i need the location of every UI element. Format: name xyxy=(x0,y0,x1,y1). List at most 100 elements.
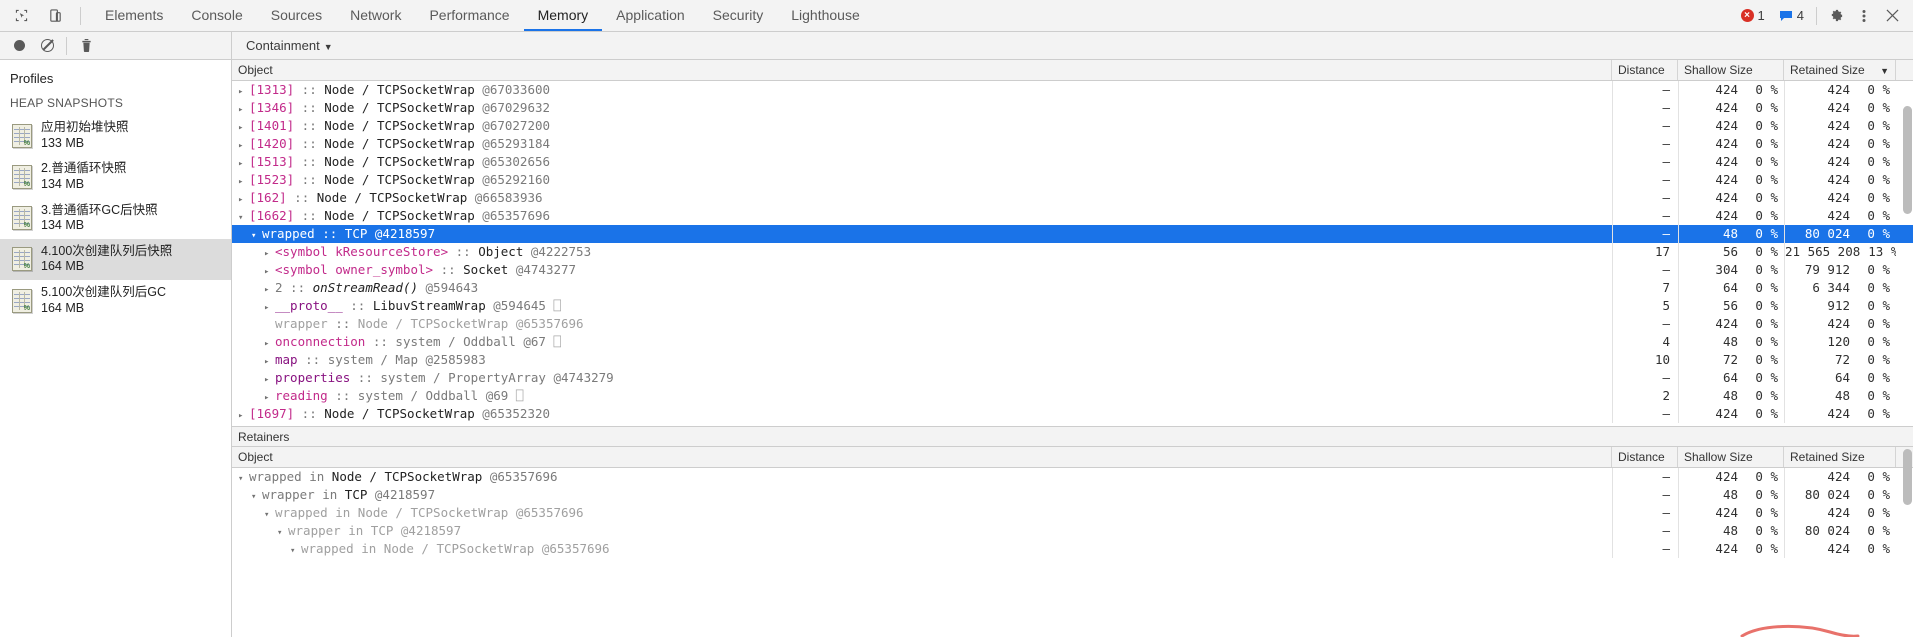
trash-icon[interactable] xyxy=(73,33,99,59)
tree-toggle-icon[interactable]: ▾ xyxy=(251,227,262,243)
tree-toggle-icon[interactable]: ▾ xyxy=(290,542,301,558)
tab-label: Memory xyxy=(537,6,589,23)
retainers-scrollbar[interactable] xyxy=(1903,449,1912,505)
table-row[interactable]: ▸ [1523] :: Node / TCPSocketWrap @6529216… xyxy=(232,171,1913,189)
devtools-window: Elements Console Sources Network Perform… xyxy=(0,0,1913,637)
tree-toggle-icon[interactable]: ▸ xyxy=(264,245,275,261)
retainers-column-header-distance[interactable]: Distance xyxy=(1612,447,1678,467)
snapshot-item-3[interactable]: % 3.普通循环GC后快照 134 MB xyxy=(0,198,231,239)
containment-scrollbar[interactable] xyxy=(1903,106,1912,214)
clear-no-entry-icon[interactable] xyxy=(34,33,60,59)
tree-toggle-icon[interactable]: ▸ xyxy=(238,101,249,117)
table-row[interactable]: ▸ __proto__ :: LibuvStreamWrap @594645 ⎕ 5… xyxy=(232,297,1913,315)
tree-toggle-icon[interactable]: ▾ xyxy=(264,506,275,522)
table-row[interactable]: ▸ [1513] :: Node / TCPSocketWrap @6530265… xyxy=(232,153,1913,171)
device-toolbar-icon[interactable] xyxy=(42,3,68,29)
table-row[interactable]: ▸ map :: system / Map @2585983 10 72 0 % 72 0 … xyxy=(232,351,1913,369)
row-class-name: Node / TCPSocketWrap xyxy=(324,136,475,151)
table-row[interactable]: ▸ [162] :: Node / TCPSocketWrap @66583936… xyxy=(232,189,1913,207)
row-object-cell: ▾ wrapper in TCP @4218597 xyxy=(232,486,1612,504)
snapshot-item-2[interactable]: % 2.普通循环快照 134 MB xyxy=(0,156,231,197)
row-retained-size: 424 0 % xyxy=(1784,99,1896,117)
table-row[interactable]: ▸ [1313] :: Node / TCPSocketWrap @6703360… xyxy=(232,81,1913,99)
snapshot-item-4[interactable]: % 4.100次创建队列后快照 164 MB xyxy=(0,238,231,280)
table-row[interactable]: ▸ [1697] :: Node / TCPSocketWrap @6535232… xyxy=(232,405,1913,423)
tree-toggle-icon[interactable]: ▸ xyxy=(238,407,249,423)
snapshot-item-5[interactable]: % 5.100次创建队列后GC 164 MB xyxy=(0,280,231,321)
tab-lighthouse[interactable]: Lighthouse xyxy=(777,0,874,31)
table-row[interactable]: ▾ wrapper in TCP @4218597–48 0 % 80 024 0 % xyxy=(232,486,1913,504)
tab-security[interactable]: Security xyxy=(699,0,778,31)
table-row[interactable]: ▾ wrapped in Node / TCPSocketWrap @653576… xyxy=(232,504,1913,522)
table-row[interactable]: ▾ [1662] :: Node / TCPSocketWrap @6535769… xyxy=(232,207,1913,225)
table-row[interactable]: ▸ <symbol kResourceStore> :: Object @4222… xyxy=(232,243,1913,261)
tab-memory[interactable]: Memory xyxy=(523,0,603,31)
row-shallow-size: 56 0 % xyxy=(1678,297,1784,315)
row-object-cell: ▸ [1523] :: Node / TCPSocketWrap @6529216… xyxy=(232,171,1612,189)
table-row[interactable]: ▸ 2 :: onStreamRead() @594643 7 64 0 % 6 344 0… xyxy=(232,279,1913,297)
row-retained-size-percent: 0 % xyxy=(1867,487,1890,502)
table-row[interactable]: ▸ <symbol owner_symbol> :: Socket @474327… xyxy=(232,261,1913,279)
table-row[interactable]: ▾ wrapped in Node / TCPSocketWrap @653576… xyxy=(232,468,1913,486)
row-distance: – xyxy=(1612,81,1678,99)
tab-application[interactable]: Application xyxy=(602,0,699,31)
table-row[interactable]: ▸ reading :: system / Oddball @69 ⎕ 2 48 0 %… xyxy=(232,387,1913,405)
row-spacer xyxy=(1896,351,1913,369)
tab-elements[interactable]: Elements xyxy=(91,0,177,31)
gear-icon[interactable] xyxy=(1823,3,1849,29)
tree-toggle-icon[interactable]: ▸ xyxy=(238,119,249,135)
column-header-object[interactable]: Object xyxy=(232,60,1612,80)
tree-toggle-icon[interactable]: ▸ xyxy=(264,299,275,315)
tree-toggle-icon[interactable]: ▸ xyxy=(238,83,249,99)
tree-toggle-icon[interactable]: ▸ xyxy=(264,389,275,405)
row-shallow-size-percent: 0 % xyxy=(1755,505,1778,520)
tab-sources[interactable]: Sources xyxy=(257,0,336,31)
column-header-distance[interactable]: Distance xyxy=(1612,60,1678,80)
table-row[interactable]: ▸ [1346] :: Node / TCPSocketWrap @6702963… xyxy=(232,99,1913,117)
message-counter[interactable]: 4 xyxy=(1773,6,1810,25)
row-shallow-size: 48 0 % xyxy=(1678,225,1784,243)
more-vertical-icon[interactable] xyxy=(1851,3,1877,29)
table-row[interactable]: wrapper :: Node / TCPSocketWrap @6535769… xyxy=(232,315,1913,333)
row-retained-size: 72 0 % xyxy=(1784,351,1896,369)
tab-network[interactable]: Network xyxy=(336,0,415,31)
tab-performance[interactable]: Performance xyxy=(415,0,523,31)
tree-toggle-icon[interactable]: ▾ xyxy=(277,524,288,540)
table-row[interactable]: ▸ [1401] :: Node / TCPSocketWrap @6702720… xyxy=(232,117,1913,135)
tree-toggle-icon[interactable]: ▾ xyxy=(238,470,249,486)
table-row[interactable]: ▸ [1420] :: Node / TCPSocketWrap @6529318… xyxy=(232,135,1913,153)
table-row[interactable]: ▸ properties :: system / PropertyArray @4… xyxy=(232,369,1913,387)
inspect-element-icon[interactable] xyxy=(8,3,34,29)
retainers-column-header-retained-size[interactable]: Retained Size xyxy=(1784,447,1896,467)
close-icon[interactable] xyxy=(1879,3,1905,29)
tree-toggle-icon[interactable]: ▸ xyxy=(238,137,249,153)
row-shallow-size-value: 424 xyxy=(1715,541,1738,556)
error-counter[interactable]: × 1 xyxy=(1735,6,1771,25)
row-retained-size-value: 79 912 xyxy=(1804,262,1850,277)
table-row[interactable]: ▾ wrapped :: TCP @4218597–48 0 % 80 024 0 % xyxy=(232,225,1913,243)
tree-toggle-icon[interactable]: ▸ xyxy=(264,353,275,369)
retainers-column-header-object[interactable]: Object xyxy=(232,447,1612,467)
view-select[interactable]: Containment ▼ xyxy=(246,38,333,53)
tree-toggle-icon[interactable]: ▸ xyxy=(264,335,275,351)
tree-toggle-icon[interactable]: ▸ xyxy=(264,371,275,387)
row-retainer-name: wrapped xyxy=(301,541,354,556)
record-circle-icon[interactable] xyxy=(6,33,32,59)
column-header-shallow-size[interactable]: Shallow Size xyxy=(1678,60,1784,80)
tree-toggle-icon[interactable]: ▸ xyxy=(238,191,249,207)
tree-toggle-icon[interactable]: ▸ xyxy=(264,263,275,279)
tab-console[interactable]: Console xyxy=(177,0,256,31)
tree-toggle-icon[interactable]: ▾ xyxy=(238,209,249,225)
tree-toggle-icon[interactable]: ▸ xyxy=(238,173,249,189)
tree-toggle-icon[interactable]: ▾ xyxy=(251,488,262,504)
snapshot-item-1[interactable]: % 应用初始堆快照 133 MB xyxy=(0,115,231,156)
row-shallow-size-value: 424 xyxy=(1715,316,1738,331)
table-row[interactable]: ▸ onconnection :: system / Oddball @67 ⎕ 4… xyxy=(232,333,1913,351)
tree-toggle-icon[interactable]: ▸ xyxy=(238,155,249,171)
column-header-retained-size[interactable]: Retained Size ▼ xyxy=(1784,60,1896,80)
table-row[interactable]: ▾ wrapper in TCP @4218597–48 0 % 80 024 0 % xyxy=(232,522,1913,540)
row-shallow-size: 424 0 % xyxy=(1678,99,1784,117)
table-row[interactable]: ▾ wrapped in Node / TCPSocketWrap @653576… xyxy=(232,540,1913,558)
retainers-column-header-shallow-size[interactable]: Shallow Size xyxy=(1678,447,1784,467)
tree-toggle-icon[interactable]: ▸ xyxy=(264,281,275,297)
